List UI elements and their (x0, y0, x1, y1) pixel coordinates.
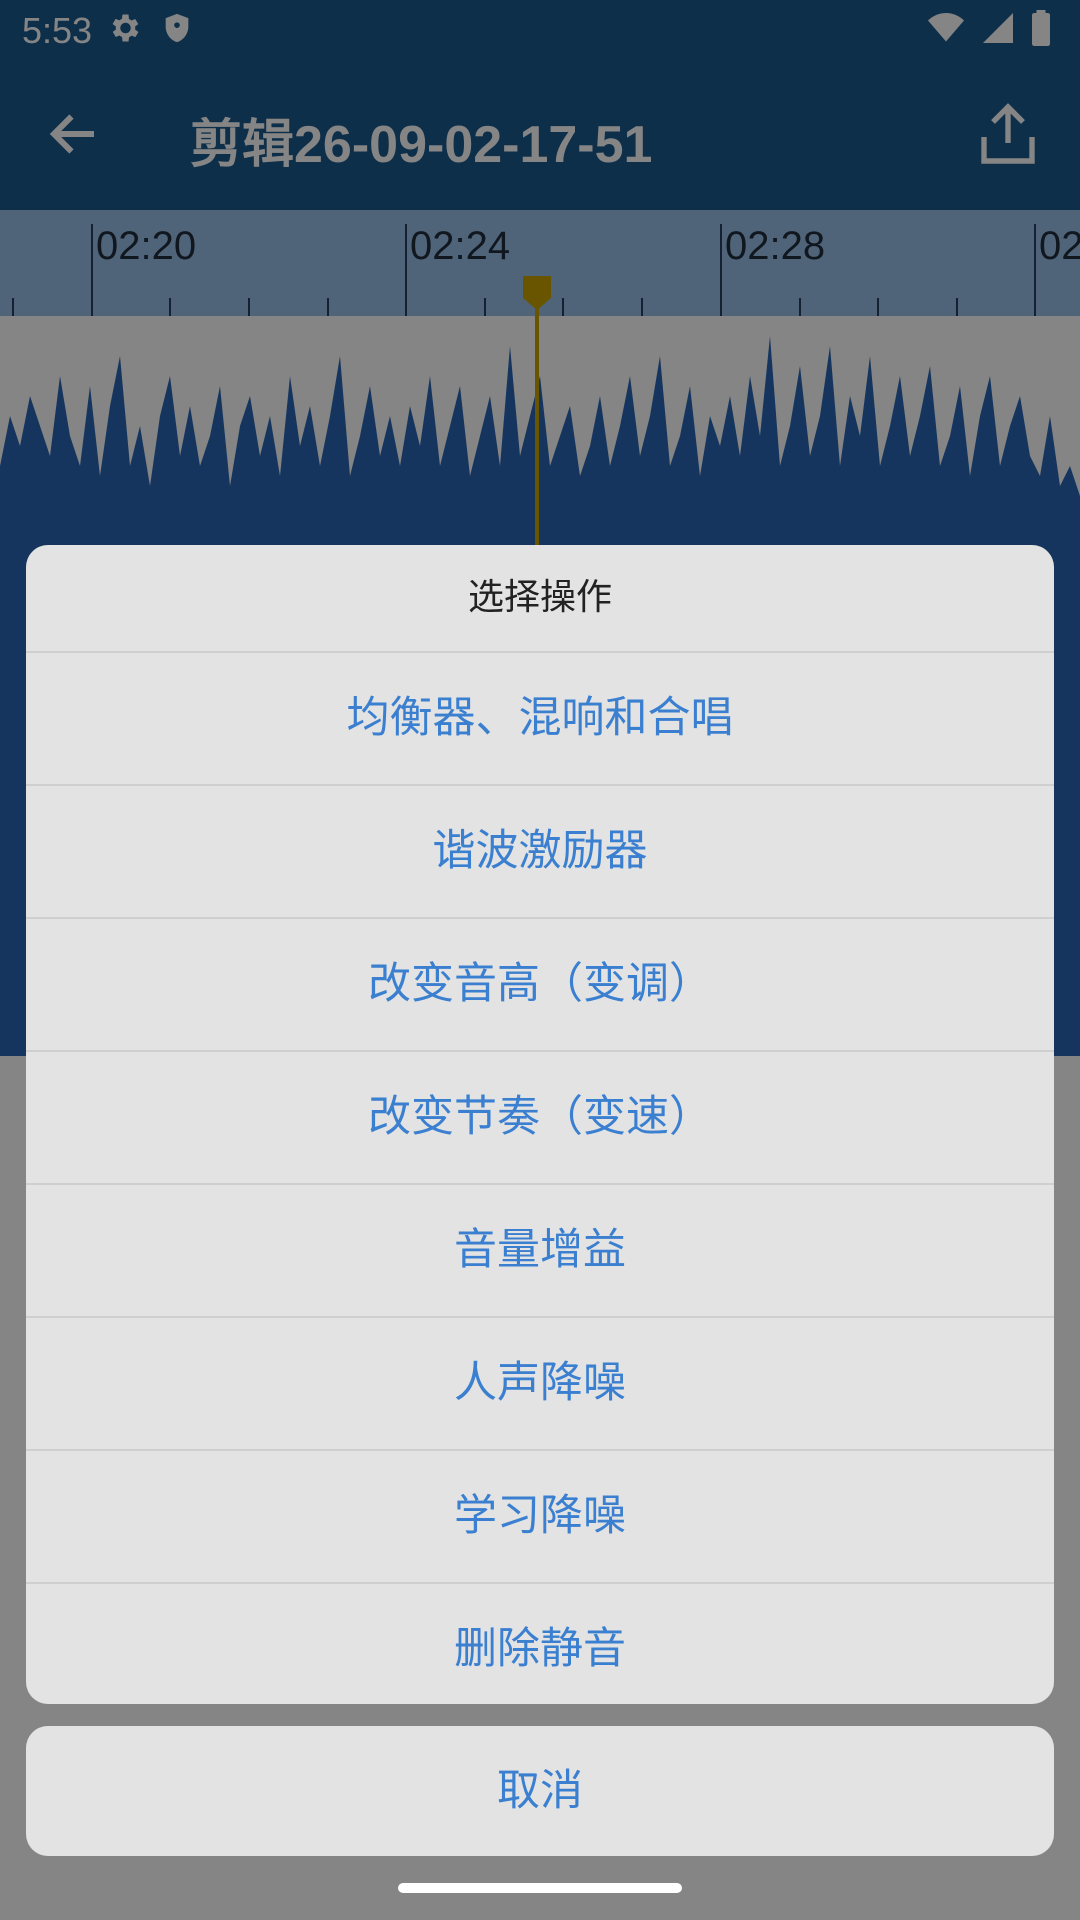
cancel-button[interactable]: 取消 (26, 1726, 1054, 1856)
action-learn-denoise[interactable]: 学习降噪 (26, 1449, 1054, 1582)
home-indicator[interactable] (398, 1883, 682, 1893)
action-sheet-title: 选择操作 (467, 577, 612, 618)
action-harmonic-exciter[interactable]: 谐波激励器 (26, 784, 1054, 917)
action-volume-gain[interactable]: 音量增益 (26, 1183, 1054, 1316)
action-voice-denoise[interactable]: 人声降噪 (26, 1316, 1054, 1449)
action-change-pitch[interactable]: 改变音高（变调） (26, 917, 1054, 1050)
action-equalizer-reverb-chorus[interactable]: 均衡器、混响和合唱 (26, 651, 1054, 784)
action-change-tempo[interactable]: 改变节奏（变速） (26, 1050, 1054, 1183)
action-remove-silence[interactable]: 删除静音 (26, 1582, 1054, 1704)
action-sheet: 选择操作 均衡器、混响和合唱 谐波激励器 改变音高（变调） 改变节奏（变速） 音… (26, 545, 1054, 1704)
